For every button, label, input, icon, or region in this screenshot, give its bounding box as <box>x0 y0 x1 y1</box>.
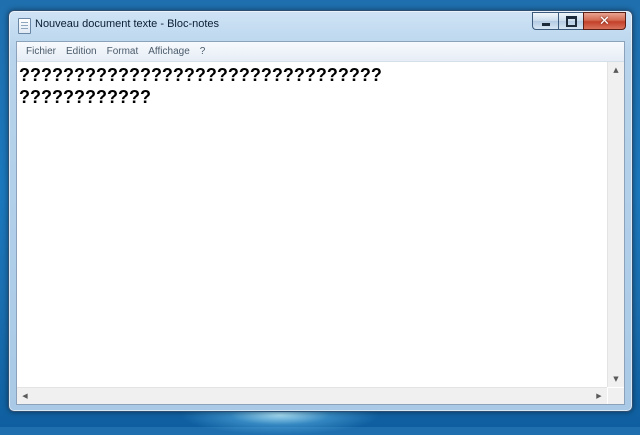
menu-edition[interactable]: Edition <box>61 42 102 61</box>
client-area: Fichier Edition Format Affichage ? ?????… <box>16 41 625 405</box>
notepad-icon[interactable] <box>18 18 31 34</box>
close-button[interactable]: ✕ <box>583 12 626 30</box>
horizontal-scrollbar[interactable]: ◀ ▶ <box>17 387 607 404</box>
menu-help[interactable]: ? <box>195 42 211 61</box>
menu-affichage[interactable]: Affichage <box>143 42 195 61</box>
notepad-window: Nouveau document texte - Bloc-notes ✕ Fi… <box>8 10 633 412</box>
menu-bar: Fichier Edition Format Affichage ? <box>17 42 624 62</box>
title-bar[interactable]: Nouveau document texte - Bloc-notes ✕ <box>9 11 632 41</box>
editor-line-2: ???????????? <box>19 87 151 107</box>
minimize-icon <box>541 22 550 26</box>
maximize-button[interactable] <box>558 12 583 30</box>
text-editor[interactable]: ????????????????????????????????? ??????… <box>17 62 607 387</box>
scroll-right-icon[interactable]: ▶ <box>591 388 607 404</box>
menu-format[interactable]: Format <box>102 42 144 61</box>
scroll-down-icon[interactable]: ▼ <box>608 371 624 387</box>
maximize-icon <box>565 15 577 27</box>
menu-fichier[interactable]: Fichier <box>21 42 61 61</box>
scroll-up-icon[interactable]: ▲ <box>608 62 624 78</box>
close-icon: ✕ <box>599 13 610 29</box>
vertical-scrollbar[interactable]: ▲ ▼ <box>607 62 624 387</box>
scrollbar-corner <box>608 388 624 404</box>
editor-content: ????????????????????????????????? ??????… <box>17 62 607 108</box>
scroll-left-icon[interactable]: ◀ <box>17 388 33 404</box>
window-title: Nouveau document texte - Bloc-notes <box>35 18 220 30</box>
minimize-button[interactable] <box>532 12 558 30</box>
caption-buttons: ✕ <box>532 12 626 31</box>
editor-line-1: ????????????????????????????????? <box>19 65 382 85</box>
